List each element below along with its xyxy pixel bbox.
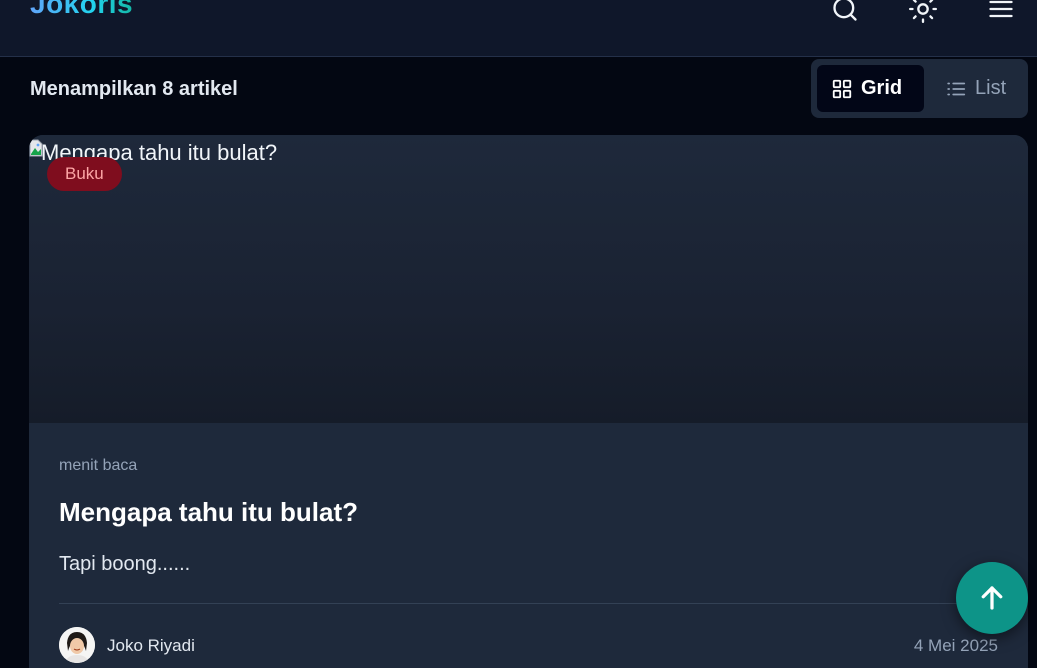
article-card[interactable]: Mengapa tahu itu bulat? Buku menit baca … [29,135,1028,668]
author-avatar [59,627,95,663]
view-toggle: Grid List [811,59,1028,118]
arrow-up-icon [981,586,1003,610]
article-excerpt: Tapi boong...... [59,553,191,575]
article-title[interactable]: Mengapa tahu itu bulat? [59,497,358,528]
view-grid-button[interactable]: Grid [817,65,924,112]
view-grid-label: Grid [861,77,903,99]
reading-time: menit baca [59,457,138,474]
article-count-label: Menampilkan 8 artikel [30,78,238,100]
menu-icon [989,0,1013,18]
search-icon [833,0,857,21]
theme-toggle-button[interactable] [908,0,938,24]
article-image[interactable]: Mengapa tahu itu bulat? Buku [29,135,1028,423]
brand-logo[interactable]: Jokoris [30,0,133,20]
avatar-image [59,627,95,663]
article-card-body: menit baca Mengapa tahu itu bulat? Tapi … [29,423,1028,668]
publish-date: 4 Mei 2025 [913,636,998,655]
view-list-label: List [975,77,1007,99]
menu-button[interactable] [986,0,1016,24]
search-button[interactable] [830,0,860,24]
view-list-button[interactable]: List [931,65,1023,112]
author-name[interactable]: Joko Riyadi [107,636,195,656]
site-header: Jokoris [0,0,1037,57]
sun-icon [909,0,937,23]
divider [59,603,998,604]
grid-icon [832,79,852,98]
page: Jokoris Menampilkan 8 artikel Grid List … [0,0,1037,668]
category-badge[interactable]: Buku [47,157,122,191]
list-icon [947,82,966,95]
scroll-to-top-button[interactable] [956,562,1028,634]
